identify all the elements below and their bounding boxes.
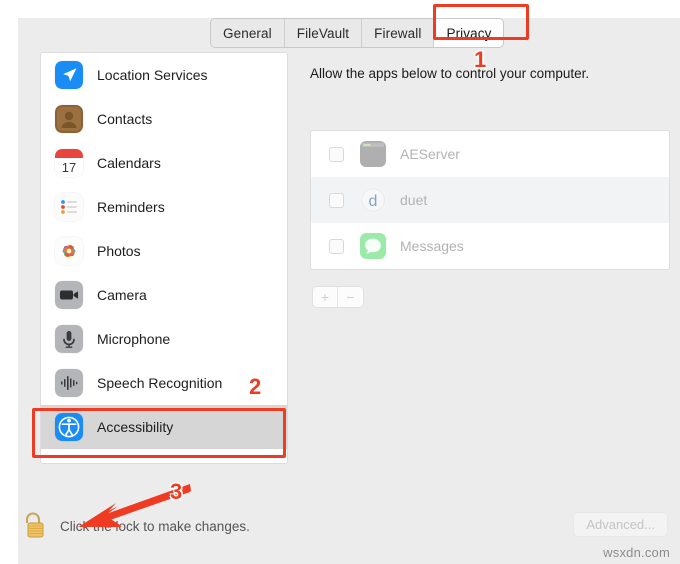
annotation-marker-3: 3 (170, 479, 183, 504)
tab-general[interactable]: General (211, 19, 285, 47)
aeserver-icon (360, 141, 386, 167)
table-row[interactable]: zoom.us (311, 269, 669, 270)
sidebar-item-photos[interactable]: Photos (41, 229, 287, 273)
privacy-category-sidebar[interactable]: Location Services Contacts 17 Calendars (40, 52, 288, 464)
sidebar-item-label: Contacts (97, 111, 153, 127)
contacts-icon (55, 105, 83, 133)
tab-filevault-label: FileVault (296, 25, 350, 41)
annotation-marker-1: 1 (474, 47, 487, 72)
speech-recognition-icon (55, 369, 83, 397)
annotation-marker-2: 2 (249, 374, 262, 399)
sidebar-item-label: Location Services (97, 67, 208, 83)
sidebar-item-camera[interactable]: Camera (41, 273, 287, 317)
sidebar-item-contacts[interactable]: Contacts (41, 97, 287, 141)
duet-icon: d (360, 187, 386, 213)
sidebar-item-location-services[interactable]: Location Services (41, 53, 287, 97)
advanced-button[interactable]: Advanced... (573, 512, 668, 537)
sidebar-item-label: Microphone (97, 331, 171, 347)
microphone-icon (55, 325, 83, 353)
sidebar-item-label: Camera (97, 287, 147, 303)
add-remove-button-group: + − (312, 286, 364, 308)
screenshot-root: General FileVault Firewall Privacy Locat… (0, 0, 680, 564)
app-checkbox[interactable] (329, 238, 344, 254)
tab-firewall[interactable]: Firewall (362, 19, 435, 47)
sidebar-item-label: Reminders (97, 199, 165, 215)
app-name: AEServer (400, 146, 460, 162)
lock-hint-text: Click the lock to make changes. (60, 519, 250, 534)
sidebar-item-reminders[interactable]: Reminders (41, 185, 287, 229)
table-row[interactable]: Messages (311, 223, 669, 269)
sidebar-item-label: Calendars (97, 155, 161, 171)
add-app-button[interactable]: + (313, 287, 338, 307)
unlocked-padlock-icon[interactable] (22, 510, 48, 540)
tab-bar: General FileVault Firewall Privacy (210, 18, 505, 48)
tab-firewall-label: Firewall (374, 25, 422, 41)
sidebar-item-label: Photos (97, 243, 141, 259)
location-services-icon (55, 61, 83, 89)
sidebar-item-calendars[interactable]: 17 Calendars (41, 141, 287, 185)
camera-icon (55, 281, 83, 309)
table-row[interactable]: d duet (311, 177, 669, 223)
app-name: duet (400, 192, 428, 208)
pane-description: Allow the apps below to control your com… (310, 66, 590, 81)
accessibility-icon (55, 413, 83, 441)
sidebar-item-label: Speech Recognition (97, 375, 223, 391)
app-checkbox[interactable] (329, 146, 344, 162)
svg-text:17: 17 (62, 160, 76, 175)
photos-icon (55, 237, 83, 265)
watermark: wsxdn.com (603, 545, 670, 560)
app-name: Messages (400, 238, 464, 254)
privacy-detail-pane: Allow the apps below to control your com… (308, 52, 680, 464)
sidebar-item-accessibility[interactable]: Accessibility (41, 405, 287, 449)
tab-privacy-label: Privacy (446, 25, 492, 41)
tab-filevault[interactable]: FileVault (284, 19, 363, 47)
allowed-apps-list[interactable]: AEServer d duet Messages (310, 130, 670, 270)
security-privacy-window: General FileVault Firewall Privacy Locat… (18, 18, 680, 564)
sidebar-item-microphone[interactable]: Microphone (41, 317, 287, 361)
tab-privacy[interactable]: Privacy (434, 19, 504, 47)
table-row[interactable]: AEServer (311, 131, 669, 177)
remove-app-button[interactable]: − (338, 287, 363, 307)
svg-text:d: d (369, 193, 378, 210)
sidebar-item-label: Accessibility (97, 419, 174, 435)
window-footer: Click the lock to make changes. Advanced… (18, 484, 680, 564)
messages-icon (360, 233, 386, 259)
calendars-icon: 17 (55, 149, 83, 177)
reminders-icon (55, 193, 83, 221)
tab-general-label: General (223, 25, 272, 41)
app-checkbox[interactable] (329, 192, 344, 208)
